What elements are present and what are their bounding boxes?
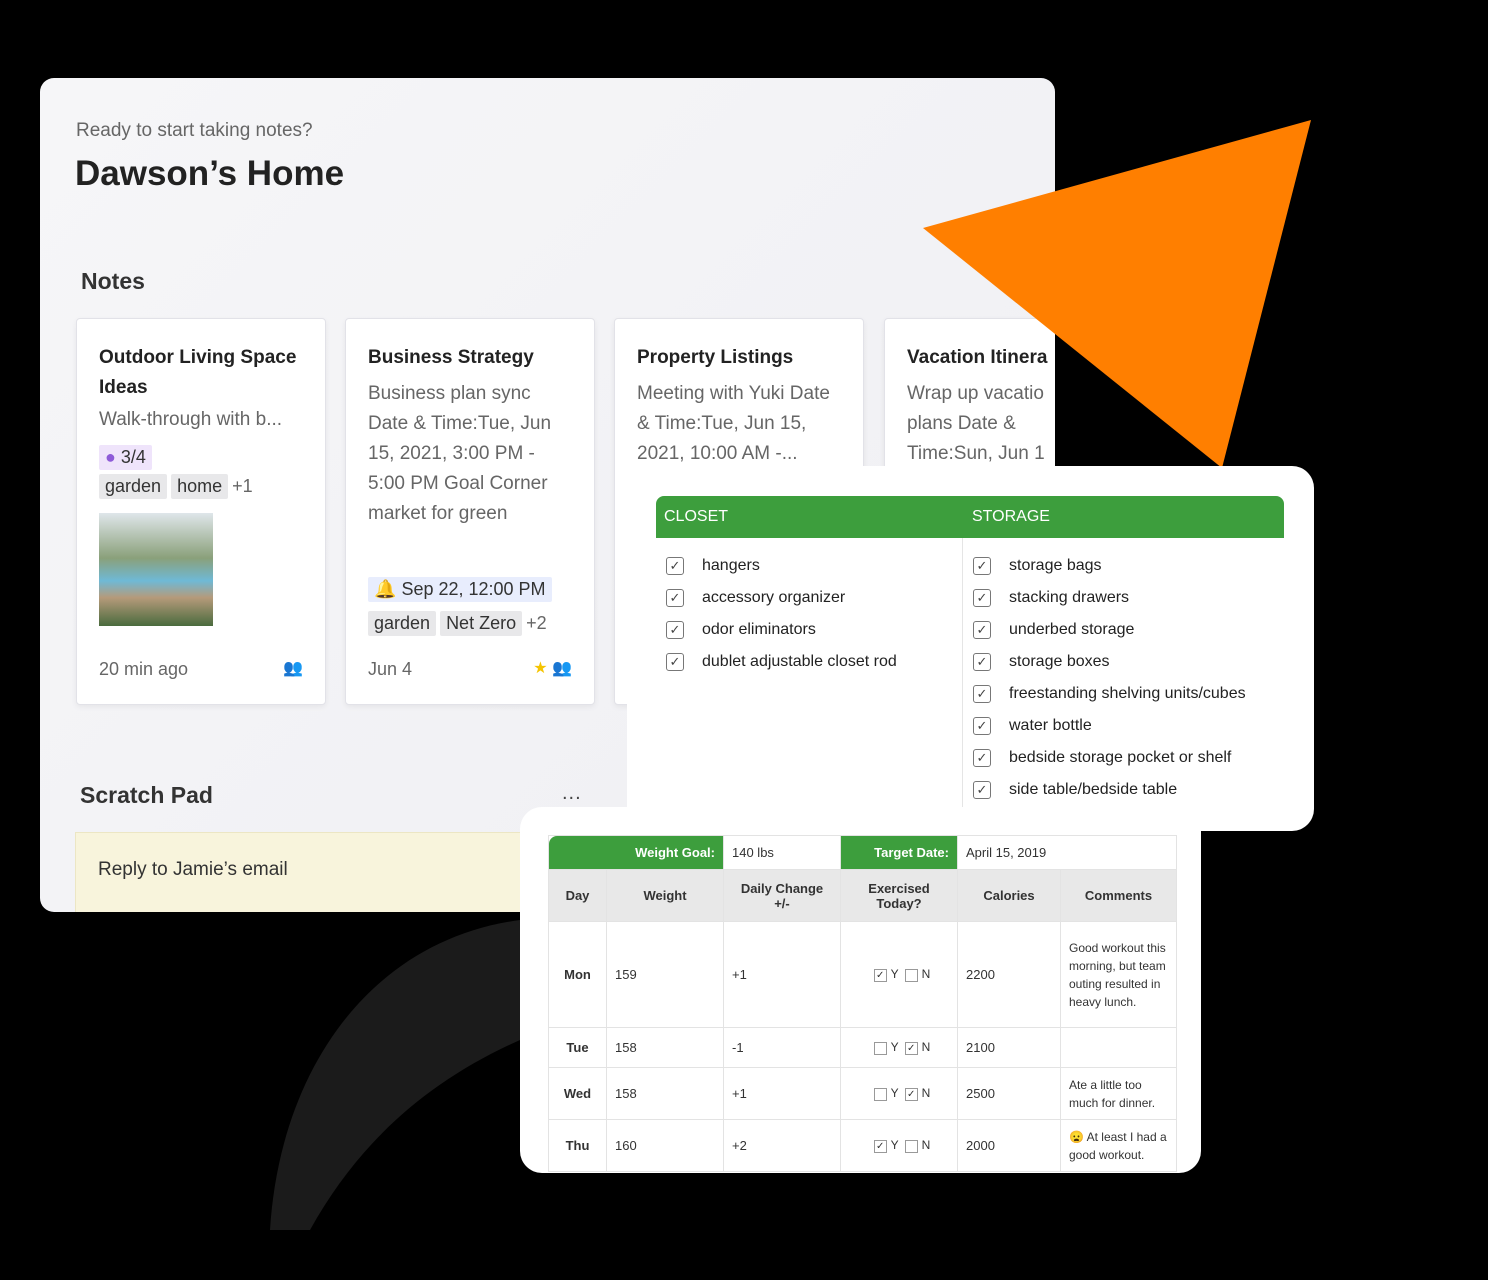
column-header: Calories — [957, 869, 1061, 922]
weight-tracker-card: Weight Goal: 140 lbs Target Date: April … — [520, 807, 1201, 1173]
checklist-card: CLOSET STORAGE ✓ hangers ✓ accessory organi… — [627, 466, 1314, 831]
table-row: Thu 160 +2 ✓ Y N 2000 😦 At least I had a good w… — [548, 1119, 1177, 1172]
goal-value[interactable]: 140 lbs — [723, 835, 841, 870]
no-checkbox[interactable] — [904, 1139, 918, 1153]
checklist-item[interactable]: ✓ accessory organizer — [666, 582, 897, 614]
weight-cell[interactable]: 158 — [606, 1027, 724, 1068]
yes-checkbox[interactable] — [873, 1087, 887, 1101]
checklist-item[interactable]: ✓ water bottle — [973, 710, 1246, 742]
item-label: storage boxes — [1009, 653, 1110, 670]
item-label: accessory organizer — [702, 589, 846, 606]
checkbox-checked[interactable]: ✓ — [973, 685, 991, 703]
comment-cell[interactable]: 😦 At least I had a good workout. — [1060, 1119, 1177, 1172]
column-header: Day — [548, 869, 607, 922]
checklist-header: CLOSET STORAGE — [656, 496, 1284, 538]
checkbox-checked[interactable]: ✓ — [666, 557, 684, 575]
item-label: storage bags — [1009, 557, 1102, 574]
exercised-cell: Y ✓ N — [840, 1027, 958, 1068]
table-row: Tue 158 -1 Y ✓ N 2100 — [548, 1027, 1177, 1068]
checklist-item[interactable]: ✓ stacking drawers — [973, 582, 1246, 614]
checklist-item[interactable]: ✓ odor eliminators — [666, 614, 897, 646]
item-label: underbed storage — [1009, 621, 1135, 638]
exercised-cell: ✓ Y N — [840, 1119, 958, 1172]
calories-cell[interactable]: 2200 — [957, 921, 1061, 1028]
change-cell[interactable]: +1 — [723, 921, 841, 1028]
column-header: Weight — [606, 869, 724, 922]
checkbox-checked[interactable]: ✓ — [973, 653, 991, 671]
checklist-item[interactable]: ✓ underbed storage — [973, 614, 1246, 646]
comment-cell[interactable] — [1060, 1027, 1177, 1068]
change-cell[interactable]: +1 — [723, 1067, 841, 1120]
day-cell: Wed — [548, 1067, 607, 1120]
checklist-item[interactable]: ✓ bedside storage pocket or shelf — [973, 742, 1246, 774]
column-header: Exercised Today? — [840, 869, 958, 922]
checkbox-checked[interactable]: ✓ — [666, 589, 684, 607]
yes-checkbox[interactable]: ✓ — [873, 1139, 887, 1153]
table-row: Wed 158 +1 Y ✓ N 2500 Ate a little too much for… — [548, 1067, 1177, 1120]
checkbox-checked[interactable]: ✓ — [973, 781, 991, 799]
checkbox-checked[interactable]: ✓ — [973, 717, 991, 735]
weight-tracker-table: Weight Goal: 140 lbs Target Date: April … — [548, 835, 1177, 1172]
date-label: Target Date: — [840, 835, 958, 870]
column-title: CLOSET — [664, 508, 729, 525]
yes-checkbox[interactable]: ✓ — [873, 968, 887, 982]
comment-cell[interactable]: Good workout this morning, but team outi… — [1060, 921, 1177, 1028]
checkbox-checked[interactable]: ✓ — [973, 621, 991, 639]
day-cell: Mon — [548, 921, 607, 1028]
item-label: hangers — [702, 557, 760, 574]
calories-cell[interactable]: 2100 — [957, 1027, 1061, 1068]
checklist-item[interactable]: ✓ storage boxes — [973, 646, 1246, 678]
column-header: Comments — [1060, 869, 1177, 922]
item-label: dublet adjustable closet rod — [702, 653, 897, 670]
table-row: Mon 159 +1 ✓ Y N 2200 Good workout this morning… — [548, 921, 1177, 1028]
date-value[interactable]: April 15, 2019 — [957, 835, 1177, 870]
change-cell[interactable]: +2 — [723, 1119, 841, 1172]
exercised-cell: Y ✓ N — [840, 1067, 958, 1120]
weight-cell[interactable]: 160 — [606, 1119, 724, 1172]
checklist-item[interactable]: ✓ freestanding shelving units/cubes — [973, 678, 1246, 710]
item-label: freestanding shelving units/cubes — [1009, 685, 1246, 702]
closet-list: ✓ hangers ✓ accessory organizer ✓ odor elimin… — [666, 550, 897, 678]
day-cell: Tue — [548, 1027, 607, 1068]
checklist-item[interactable]: ✓ dublet adjustable closet rod — [666, 646, 897, 678]
column-title: STORAGE — [972, 508, 1050, 525]
item-label: stacking drawers — [1009, 589, 1130, 606]
comment-cell[interactable]: Ate a little too much for dinner. — [1060, 1067, 1177, 1120]
item-label: odor eliminators — [702, 621, 816, 638]
weight-cell[interactable]: 158 — [606, 1067, 724, 1120]
item-label: side table/bedside table — [1009, 781, 1178, 798]
storage-list: ✓ storage bags ✓ stacking drawers ✓ underbed … — [973, 550, 1246, 806]
no-checkbox[interactable]: ✓ — [904, 1041, 918, 1055]
calories-cell[interactable]: 2000 — [957, 1119, 1061, 1172]
day-cell: Thu — [548, 1119, 607, 1172]
no-checkbox[interactable] — [904, 968, 918, 982]
checkbox-checked[interactable]: ✓ — [973, 557, 991, 575]
checkbox-checked[interactable]: ✓ — [973, 749, 991, 767]
change-cell[interactable]: -1 — [723, 1027, 841, 1068]
checkbox-checked[interactable]: ✓ — [666, 621, 684, 639]
checklist-item[interactable]: ✓ hangers — [666, 550, 897, 582]
item-label: water bottle — [1009, 717, 1092, 734]
exercised-cell: ✓ Y N — [840, 921, 958, 1028]
checkbox-checked[interactable]: ✓ — [973, 589, 991, 607]
checkbox-checked[interactable]: ✓ — [666, 653, 684, 671]
weight-cell[interactable]: 159 — [606, 921, 724, 1028]
checklist-item[interactable]: ✓ side table/bedside table — [973, 774, 1246, 806]
yes-checkbox[interactable] — [873, 1041, 887, 1055]
no-checkbox[interactable]: ✓ — [904, 1087, 918, 1101]
item-label: bedside storage pocket or shelf — [1009, 749, 1232, 766]
goal-label: Weight Goal: — [548, 835, 724, 870]
column-header: Daily Change +/- — [723, 869, 841, 922]
checklist-item[interactable]: ✓ storage bags — [973, 550, 1246, 582]
calories-cell[interactable]: 2500 — [957, 1067, 1061, 1120]
